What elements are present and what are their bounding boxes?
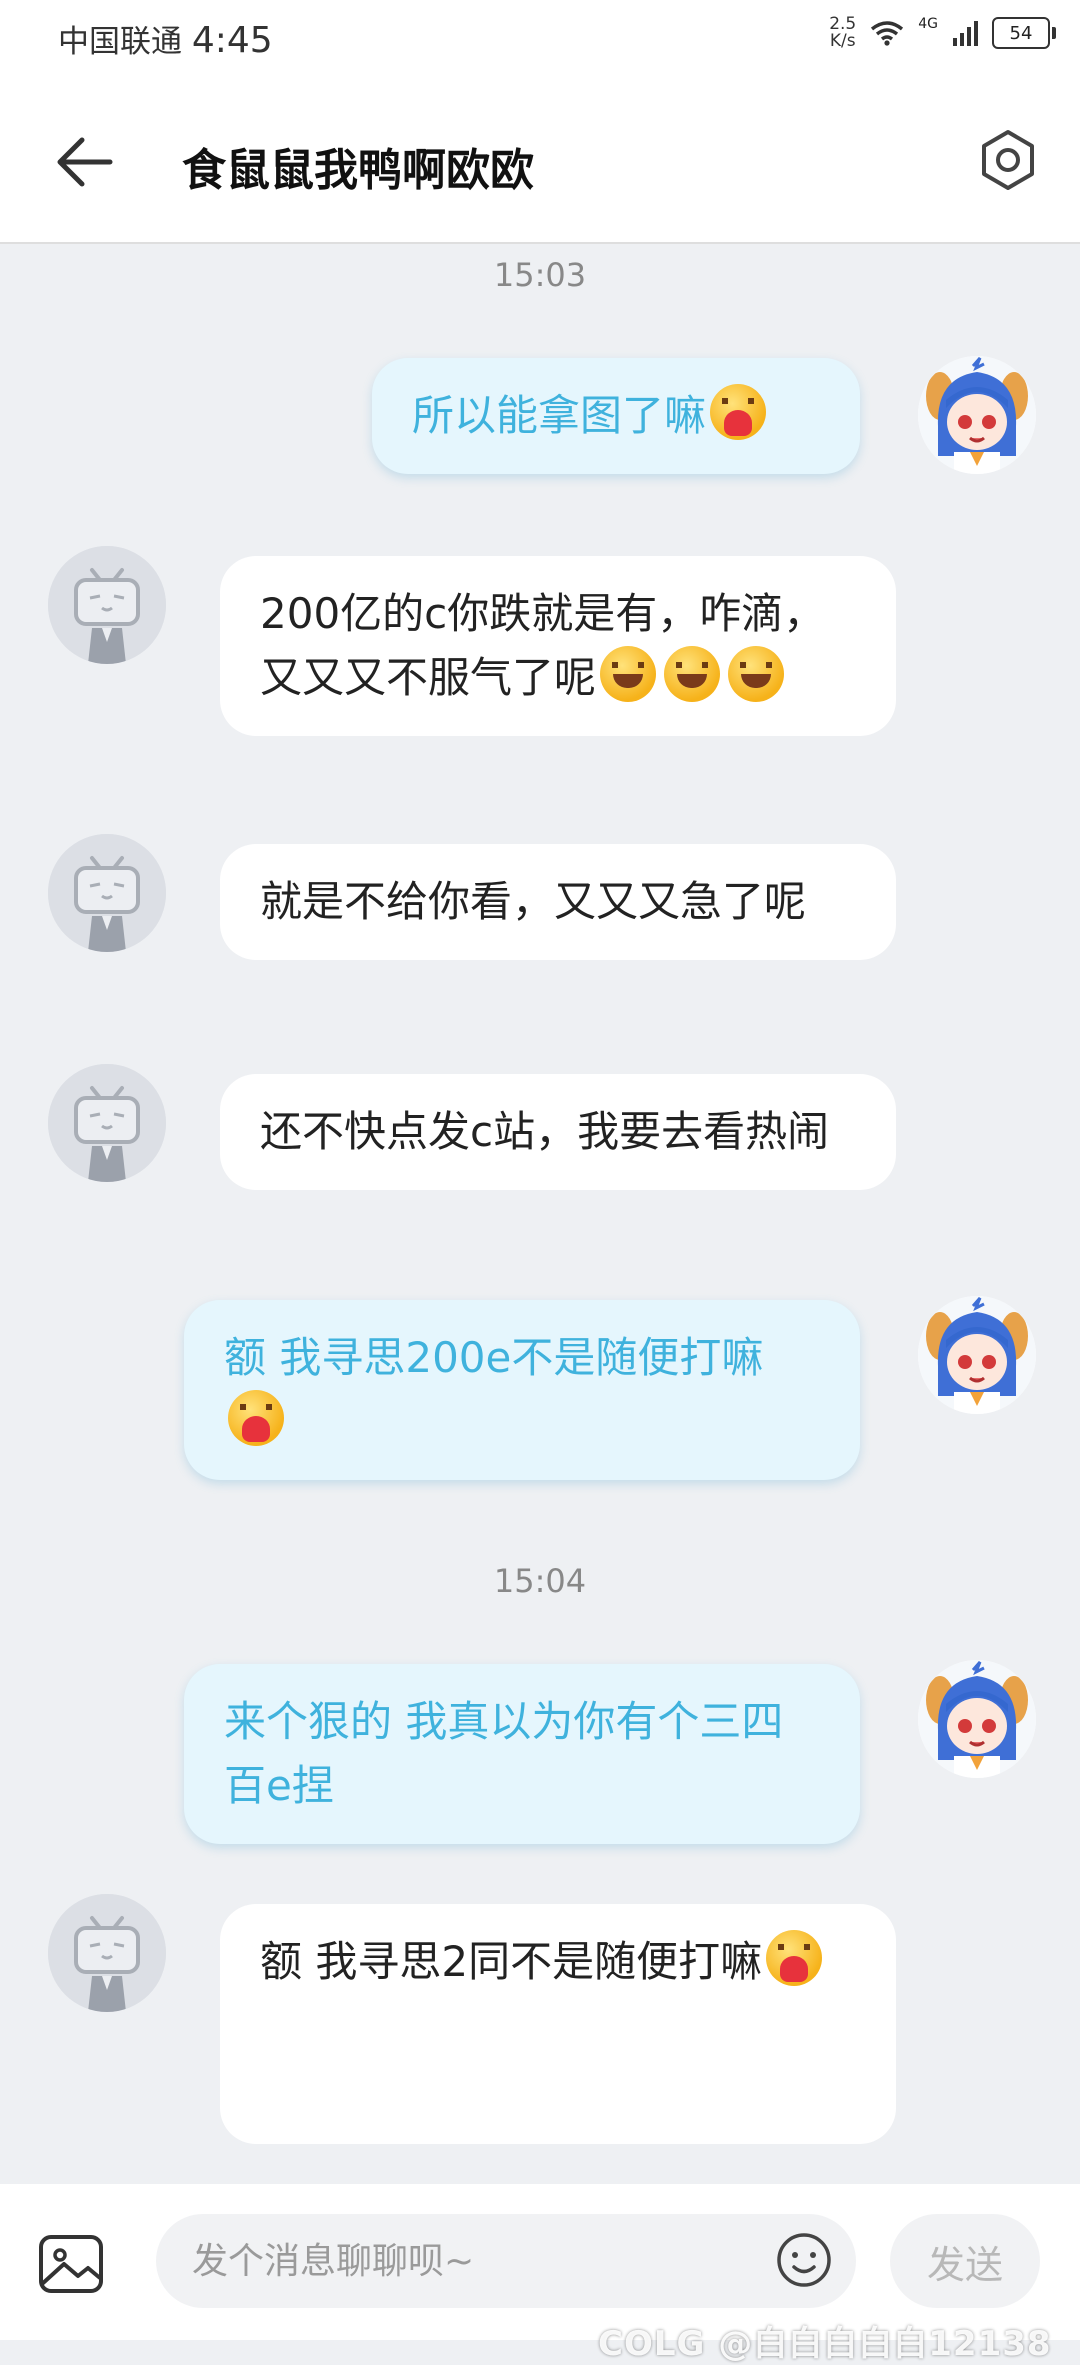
anime-girl-avatar-icon xyxy=(918,1660,1036,1778)
contact-avatar[interactable] xyxy=(48,1894,166,2012)
laughing-emoji-icon xyxy=(664,646,721,702)
message-text: 还不快点发c站，我要去看热闹 xyxy=(260,1107,830,1156)
wifi-icon xyxy=(871,21,904,46)
status-bar: 中国联通 4:45 2.5 K/s 4G 54 xyxy=(0,0,1080,76)
carrier-info: 中国联通 4:45 xyxy=(58,16,273,61)
send-button[interactable]: 发送 xyxy=(890,2214,1040,2308)
hug-heart-emoji-icon xyxy=(228,1390,284,1446)
anime-girl-avatar-icon xyxy=(918,356,1036,474)
emoji-picker-icon[interactable] xyxy=(776,2232,832,2288)
watermark: COLG @白白白白白12138 xyxy=(598,2324,1052,2364)
image-picker-icon[interactable] xyxy=(38,2234,104,2294)
message-text: 额 我寻思2同不是随便打嘛 xyxy=(260,1937,763,1986)
network-type: 4G xyxy=(918,16,938,32)
back-arrow-icon[interactable] xyxy=(52,132,116,192)
carrier-name: 中国联通 xyxy=(58,24,182,60)
message-text: 所以能拿图了嘛 xyxy=(412,391,707,440)
message-text: 就是不给你看，又又又急了呢 xyxy=(260,877,807,926)
contact-avatar[interactable] xyxy=(48,834,166,952)
chat-title: 食鼠鼠我鸭啊欧欧 xyxy=(182,145,534,196)
incoming-message-bubble[interactable]: 就是不给你看，又又又急了呢 xyxy=(220,844,896,960)
signal-icon xyxy=(953,21,978,46)
tv-mascot-avatar-icon xyxy=(48,546,166,664)
timestamp: 15:04 xyxy=(493,1562,587,1600)
message-text: 来个狠的 我真以为你有个三四百e捏 xyxy=(224,1697,784,1810)
laughing-emoji-icon xyxy=(600,646,657,702)
anime-girl-avatar-icon xyxy=(918,1296,1036,1414)
outgoing-message-bubble[interactable]: 来个狠的 我真以为你有个三四百e捏 xyxy=(184,1664,860,1844)
status-time: 4:45 xyxy=(191,20,273,61)
hug-heart-emoji-icon xyxy=(710,384,767,440)
incoming-message-bubble[interactable]: 额 我寻思2同不是随便打嘛 xyxy=(220,1904,896,2144)
network-speed: 2.5 K/s xyxy=(829,14,857,51)
contact-avatar[interactable] xyxy=(48,1064,166,1182)
hug-heart-emoji-icon xyxy=(766,1930,823,1986)
settings-gear-icon[interactable] xyxy=(976,128,1040,192)
tv-mascot-avatar-icon xyxy=(48,1064,166,1182)
incoming-message-bubble[interactable]: 还不快点发c站，我要去看热闹 xyxy=(220,1074,896,1190)
tv-mascot-avatar-icon xyxy=(48,834,166,952)
status-icons: 2.5 K/s 4G 54 xyxy=(829,14,1056,51)
chat-header: 食鼠鼠我鸭啊欧欧 xyxy=(0,76,1080,244)
contact-avatar[interactable] xyxy=(48,546,166,664)
outgoing-message-bubble[interactable]: 所以能拿图了嘛 xyxy=(372,358,860,474)
timestamp: 15:03 xyxy=(493,256,587,294)
message-text: 额 我寻思200e不是随便打嘛 xyxy=(224,1333,764,1382)
battery-indicator: 54 xyxy=(992,17,1056,49)
my-avatar[interactable] xyxy=(918,1296,1036,1414)
tv-mascot-avatar-icon xyxy=(48,1894,166,2012)
laughing-emoji-icon xyxy=(728,646,785,702)
my-avatar[interactable] xyxy=(918,356,1036,474)
message-input[interactable] xyxy=(156,2214,856,2308)
outgoing-message-bubble[interactable]: 额 我寻思200e不是随便打嘛 xyxy=(184,1300,860,1480)
my-avatar[interactable] xyxy=(918,1660,1036,1778)
incoming-message-bubble[interactable]: 200亿的c你跌就是有，咋滴，又又又不服气了呢 xyxy=(220,556,896,736)
